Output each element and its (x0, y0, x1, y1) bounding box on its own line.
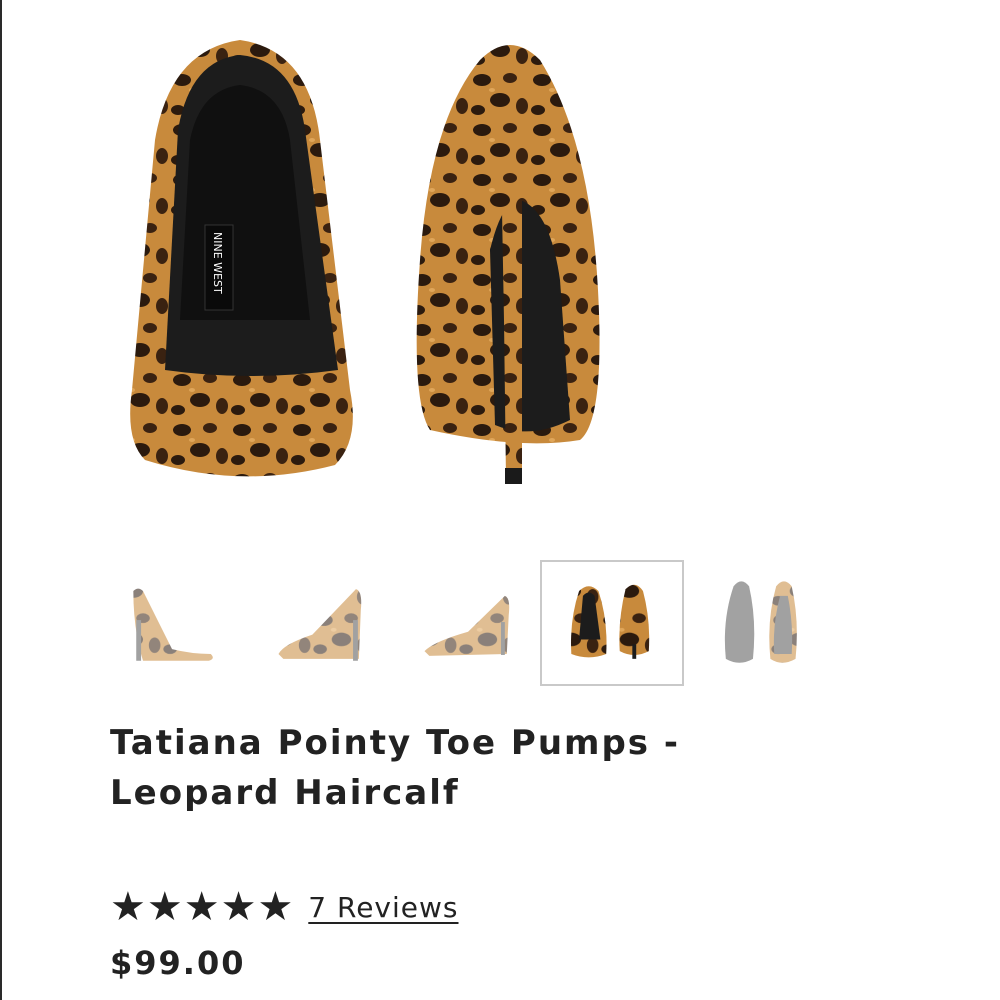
rating-row: ★ ★ ★ ★ ★ 7 Reviews (110, 882, 459, 932)
product-title: Tatiana Pointy Toe Pumps - Leopard Hairc… (110, 718, 750, 818)
star-icon: ★ (257, 884, 294, 930)
main-product-image: NINE WEST (110, 20, 670, 520)
left-border (0, 0, 2, 1000)
thumbnail-front-back-pair[interactable] (540, 560, 684, 686)
star-icon: ★ (146, 884, 183, 930)
thumbnail-side-right[interactable] (252, 560, 396, 686)
brand-label: NINE WEST (211, 232, 224, 294)
star-rating: ★ ★ ★ ★ ★ (110, 887, 294, 927)
star-icon: ★ (220, 884, 257, 930)
product-title-line1: Tatiana Pointy Toe Pumps - (110, 723, 680, 763)
product-price: $99.00 (110, 944, 246, 982)
star-icon: ★ (110, 884, 146, 930)
thumbnail-side-right-low[interactable] (398, 560, 542, 686)
reviews-link[interactable]: 7 Reviews (308, 891, 458, 924)
thumbnail-sole-pair[interactable] (710, 560, 854, 686)
thumbnail-side-left[interactable] (102, 560, 246, 686)
thumbnail-strip (0, 560, 1000, 686)
star-icon: ★ (183, 884, 220, 930)
product-title-line2: Leopard Haircalf (110, 773, 460, 813)
